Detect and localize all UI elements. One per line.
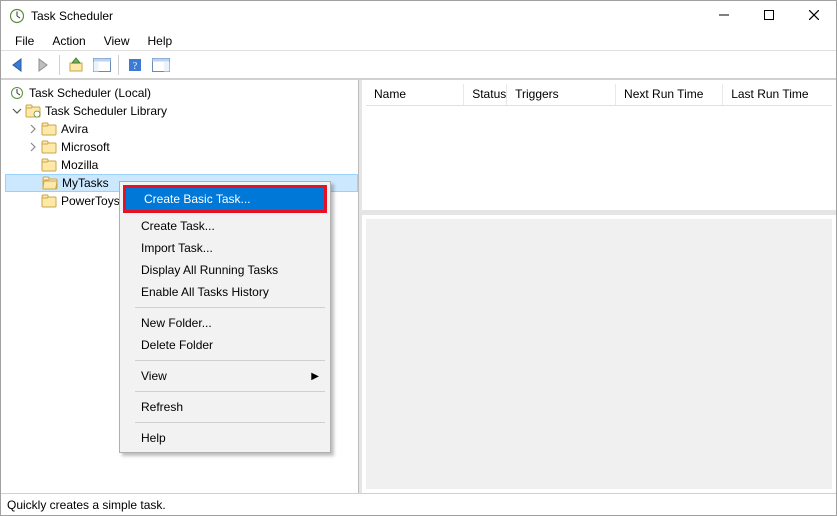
forward-button[interactable] [31, 53, 55, 77]
menu-action[interactable]: Action [44, 32, 93, 50]
maximize-button[interactable] [746, 1, 791, 29]
back-button[interactable] [5, 53, 29, 77]
menu-help[interactable]: Help [140, 32, 181, 50]
col-next-run[interactable]: Next Run Time [616, 84, 723, 105]
app-icon [9, 8, 25, 24]
expander-closed-icon[interactable] [27, 123, 39, 135]
col-name[interactable]: Name [366, 84, 464, 105]
tree-root-label: Task Scheduler (Local) [29, 86, 151, 100]
ctx-create-task[interactable]: Create Task... [123, 215, 327, 237]
ctx-delete-folder[interactable]: Delete Folder [123, 334, 327, 356]
submenu-arrow-icon: ▶ [311, 371, 319, 382]
menu-separator [135, 391, 325, 392]
titlebar: Task Scheduler [1, 1, 836, 31]
tree-library[interactable]: Task Scheduler Library [5, 102, 358, 120]
toolbar: ? [1, 51, 836, 79]
ctx-refresh[interactable]: Refresh [123, 396, 327, 418]
help-button[interactable]: ? [123, 53, 147, 77]
col-triggers[interactable]: Triggers [507, 84, 616, 105]
list-header: Name Status Triggers Next Run Time Last … [366, 84, 832, 106]
folder-open-icon [42, 176, 58, 190]
ctx-item-label: Create Task... [141, 219, 215, 233]
tree-item-label: MyTasks [62, 176, 109, 190]
context-menu: Create Basic Task... Create Task... Impo… [119, 181, 331, 453]
ctx-item-label: Enable All Tasks History [141, 285, 269, 299]
tree-item-label: PowerToys [61, 194, 120, 208]
show-hide-tree-button[interactable] [90, 53, 114, 77]
ctx-item-label: View [141, 369, 167, 383]
task-list: Name Status Triggers Next Run Time Last … [362, 80, 836, 215]
ctx-item-label: New Folder... [141, 316, 212, 330]
tree-library-label: Task Scheduler Library [45, 104, 167, 118]
tree-item-microsoft[interactable]: Microsoft [5, 138, 358, 156]
menu-view[interactable]: View [96, 32, 138, 50]
ctx-item-label: Delete Folder [141, 338, 213, 352]
window-title: Task Scheduler [31, 9, 113, 23]
expander-closed-icon[interactable] [27, 141, 39, 153]
tree-root[interactable]: Task Scheduler (Local) [5, 84, 358, 102]
svg-text:?: ? [133, 61, 138, 72]
tree-item-avira[interactable]: Avira [5, 120, 358, 138]
ctx-item-label: Display All Running Tasks [141, 263, 278, 277]
up-button[interactable] [64, 53, 88, 77]
toolbar-separator [118, 55, 119, 75]
clock-icon [9, 86, 25, 100]
tree-item-label: Avira [61, 122, 88, 136]
show-hide-action-pane-button[interactable] [149, 53, 173, 77]
tree-item-label: Mozilla [61, 158, 98, 172]
ctx-new-folder[interactable]: New Folder... [123, 312, 327, 334]
expander-open-icon[interactable] [11, 105, 23, 117]
right-pane: Name Status Triggers Next Run Time Last … [359, 80, 836, 493]
statusbar-text: Quickly creates a simple task. [7, 498, 166, 512]
ctx-enable-history[interactable]: Enable All Tasks History [123, 281, 327, 303]
menu-separator [135, 307, 325, 308]
list-body[interactable] [366, 106, 832, 210]
col-status[interactable]: Status [464, 84, 507, 105]
ctx-item-label: Refresh [141, 400, 183, 414]
folder-icon [41, 194, 57, 208]
statusbar: Quickly creates a simple task. [1, 493, 836, 515]
menu-file[interactable]: File [7, 32, 42, 50]
highlight-annotation: Create Basic Task... [123, 185, 327, 213]
folder-icon [41, 122, 57, 136]
folder-icon [41, 158, 57, 172]
ctx-create-basic-task[interactable]: Create Basic Task... [126, 188, 324, 210]
tree-item-mozilla[interactable]: Mozilla [5, 156, 358, 174]
close-button[interactable] [791, 1, 836, 29]
ctx-display-running[interactable]: Display All Running Tasks [123, 259, 327, 281]
ctx-item-label: Import Task... [141, 241, 213, 255]
ctx-item-label: Create Basic Task... [144, 192, 251, 206]
tree-item-label: Microsoft [61, 140, 110, 154]
ctx-import-task[interactable]: Import Task... [123, 237, 327, 259]
col-last-run[interactable]: Last Run Time [723, 84, 832, 105]
window-controls [701, 1, 836, 31]
menu-separator [135, 360, 325, 361]
minimize-button[interactable] [701, 1, 746, 29]
ctx-item-label: Help [141, 431, 166, 445]
library-icon [25, 104, 41, 118]
ctx-view[interactable]: View ▶ [123, 365, 327, 387]
menu-separator [135, 422, 325, 423]
ctx-help[interactable]: Help [123, 427, 327, 449]
toolbar-separator [59, 55, 60, 75]
menubar: File Action View Help [1, 31, 836, 51]
details-pane [366, 219, 832, 489]
task-scheduler-window: Task Scheduler File Action View Help [0, 0, 837, 516]
folder-icon [41, 140, 57, 154]
